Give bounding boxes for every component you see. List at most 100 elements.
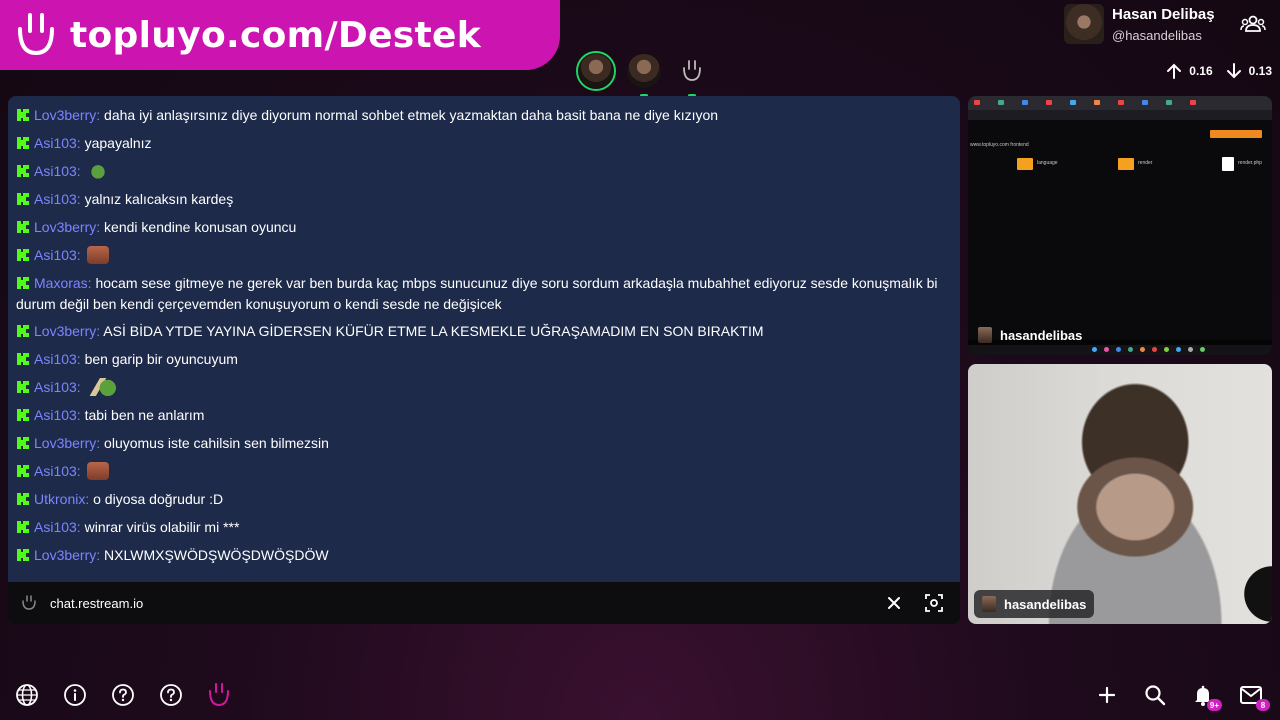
- notifications-button[interactable]: 9+: [1190, 682, 1222, 711]
- messages-button[interactable]: 8: [1238, 682, 1270, 711]
- chat-username[interactable]: Asi103:: [34, 351, 81, 367]
- tab-favicon: [1118, 100, 1124, 105]
- arrow-up-icon: [1167, 63, 1182, 79]
- topluyo-smile-icon: [683, 60, 701, 81]
- kick-icon: [17, 277, 29, 289]
- camera-owner-name: hasandelibas: [1004, 596, 1087, 612]
- mail-badge: 8: [1256, 699, 1270, 711]
- file-icon: [1222, 157, 1234, 171]
- chat-message: Asi103: winrar virüs olabilir mi ***: [8, 514, 960, 542]
- chat-username[interactable]: Lov3berry:: [34, 547, 100, 563]
- taskbar-icon: [1152, 347, 1157, 352]
- file-name: render.php: [1238, 160, 1262, 166]
- speaker-avatar[interactable]: [624, 51, 664, 97]
- bottom-left-toolbar: [14, 682, 232, 708]
- question-icon: [160, 684, 182, 706]
- speaker-avatar-active[interactable]: [576, 51, 616, 91]
- emote-icon: [86, 246, 109, 264]
- chat-message: Utkronix: o diyosa doğrudur :D: [8, 486, 960, 514]
- chat-username[interactable]: Asi103:: [34, 135, 81, 151]
- chat-username[interactable]: Lov3berry:: [34, 435, 100, 451]
- folder-name: language: [1037, 160, 1058, 166]
- add-button[interactable]: [1094, 682, 1120, 708]
- search-icon: [1145, 685, 1166, 706]
- search-button[interactable]: [1142, 682, 1168, 708]
- chat-username[interactable]: Maxoras:: [34, 275, 92, 291]
- chat-username[interactable]: Asi103:: [34, 519, 81, 535]
- screen-share-card[interactable]: www.topluyo.com frontend language render…: [968, 96, 1272, 355]
- kick-icon: [17, 437, 29, 449]
- taskbar-icon: [1104, 347, 1109, 352]
- chat-card-footer: chat.restream.io: [8, 582, 960, 624]
- chat-username[interactable]: Asi103:: [34, 463, 81, 479]
- speaker-default-avatar[interactable]: [672, 51, 712, 97]
- topluyo-home-button[interactable]: [206, 682, 232, 708]
- chat-username[interactable]: Asi103:: [34, 163, 81, 179]
- kick-icon: [17, 409, 29, 421]
- toolbar-button: [1210, 130, 1262, 138]
- chat-message: Asi103:: [8, 242, 960, 270]
- browser-url-bar: [968, 110, 1272, 120]
- chat-share-card: Lov3berry: daha iyi anlaşırsınız diye di…: [8, 96, 960, 624]
- tab-favicon: [1070, 100, 1076, 105]
- close-button[interactable]: [880, 589, 908, 617]
- avatar[interactable]: [1064, 4, 1104, 44]
- folder-name: render: [1138, 160, 1153, 166]
- chat-message: Asi103: ben garip bir oyuncuyum: [8, 346, 960, 374]
- folder-icon: [1017, 158, 1033, 170]
- kick-icon: [17, 381, 29, 393]
- screen-owner-label: hasandelibas: [978, 327, 1082, 343]
- chat-username[interactable]: Asi103:: [34, 191, 81, 207]
- chat-message: Asi103: yalnız kalıcaksın kardeş: [8, 186, 960, 214]
- user-profile: Hasan Delibaş @hasandelibas 0.16 0.13: [1060, 0, 1280, 92]
- chat-username[interactable]: Asi103:: [34, 379, 81, 395]
- chat-text: tabi ben ne anlarım: [84, 407, 205, 423]
- breadcrumb: www.topluyo.com frontend: [970, 142, 1029, 148]
- chat-username[interactable]: Lov3berry:: [34, 323, 100, 339]
- support-banner[interactable]: topluyo.com/Destek: [0, 0, 560, 70]
- chat-username[interactable]: Asi103:: [34, 247, 81, 263]
- chat-message: Lov3berry: NXLWMXŞWÖDŞWÖŞDWÖŞDÖW: [8, 542, 960, 570]
- emote-icon: [86, 378, 119, 396]
- taskbar-icon: [1164, 347, 1169, 352]
- profile-name: Hasan Delibaş: [1112, 6, 1215, 23]
- chat-text: winrar virüs olabilir mi ***: [84, 519, 240, 535]
- avatar: [627, 54, 661, 88]
- chat-username[interactable]: Lov3berry:: [34, 107, 100, 123]
- kick-icon: [17, 325, 29, 337]
- arrow-down-icon: [1226, 63, 1241, 79]
- chat-message: Maxoras: hocam sese gitmeye ne gerek var…: [8, 270, 960, 318]
- people-icon[interactable]: [1240, 14, 1266, 34]
- chat-username[interactable]: Utkronix:: [34, 491, 89, 507]
- emote-icon: [86, 462, 109, 480]
- chat-message: Asi103: yapayalnız: [8, 130, 960, 158]
- chat-username[interactable]: Lov3berry:: [34, 219, 100, 235]
- screenshot-button[interactable]: [920, 589, 948, 617]
- chat-username[interactable]: Asi103:: [34, 407, 81, 423]
- chat-text: yalnız kalıcaksın kardeş: [84, 191, 234, 207]
- topluyo-smile-icon: [20, 594, 38, 612]
- kick-icon: [17, 521, 29, 533]
- tab-favicon: [998, 100, 1004, 105]
- info-button[interactable]: [62, 682, 88, 708]
- kick-icon: [17, 549, 29, 561]
- chat-text: ben garip bir oyuncuyum: [84, 351, 238, 367]
- tab-favicon: [1142, 100, 1148, 105]
- chat-text: hocam sese gitmeye ne gerek var ben burd…: [16, 275, 938, 312]
- screen-owner-name: hasandelibas: [1000, 327, 1083, 343]
- avatar: [579, 54, 613, 88]
- help-button[interactable]: [110, 682, 136, 708]
- upload-value: 0.16: [1189, 64, 1213, 78]
- kick-icon: [17, 249, 29, 261]
- faq-button[interactable]: [158, 682, 184, 708]
- kick-icon: [17, 353, 29, 365]
- chat-message: Asi103: tabi ben ne anlarım: [8, 402, 960, 430]
- chat-messages[interactable]: Lov3berry: daha iyi anlaşırsınız diye di…: [8, 96, 960, 582]
- tab-favicon: [1022, 100, 1028, 105]
- taskbar-icon: [1140, 347, 1145, 352]
- language-button[interactable]: [14, 682, 40, 708]
- notification-badge: 9+: [1206, 699, 1222, 711]
- tab-favicon: [1190, 100, 1196, 105]
- tab-favicon: [1166, 100, 1172, 105]
- camera-card[interactable]: hasandelibas: [968, 364, 1272, 624]
